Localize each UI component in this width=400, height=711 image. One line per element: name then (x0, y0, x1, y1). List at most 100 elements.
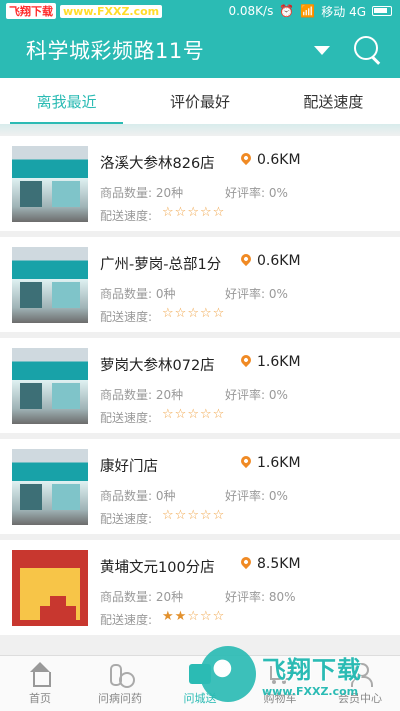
positive-rate: 好评率: 0% (225, 489, 288, 503)
store-distance: 8.5KM (257, 556, 301, 572)
star-filled-icon: ★ (162, 609, 174, 624)
watermark-logo: 飞翔下载 www.FXXZ.com (200, 640, 396, 708)
store-name: 萝岗大参林072店 (100, 358, 215, 374)
star-empty-icon: ☆ (187, 205, 199, 220)
star-empty-icon: ☆ (162, 205, 174, 220)
star-empty-icon: ☆ (212, 205, 225, 220)
star-empty-icon: ☆ (187, 508, 199, 523)
star-empty-icon: ☆ (174, 508, 187, 523)
store-photo (12, 146, 88, 222)
status-site-label: 飞翔下载 (6, 3, 56, 19)
store-logo (12, 550, 88, 626)
delivery-rating: ★ ★ ☆ ☆ ☆ (162, 609, 224, 625)
watermark-url: www.FXXZ.com (262, 685, 359, 698)
product-count: 商品数量: 20种 (100, 590, 184, 604)
tabs-divider (0, 124, 400, 136)
app-screen: 飞翔下载 www.FXXZ.com 0.08K/s ⏰ 📶 移动 4G 科学城彩… (0, 0, 400, 711)
tab-delivery-speed[interactable]: 配送速度 (267, 78, 400, 124)
status-bar: 飞翔下载 www.FXXZ.com 0.08K/s ⏰ 📶 移动 4G (0, 0, 400, 22)
store-item[interactable]: 广州-萝岗-总部1分 0.6KM 商品数量: 0种 好评率: 0% 配送速度: … (0, 237, 400, 332)
star-empty-icon: ☆ (212, 407, 225, 422)
store-photo (12, 348, 88, 424)
product-count: 商品数量: 0种 (100, 489, 176, 503)
watermark-text: 飞翔下载 www.FXXZ.com (262, 650, 362, 698)
positive-rate: 好评率: 0% (225, 186, 288, 200)
location-pin-icon (238, 352, 254, 368)
store-item[interactable]: 萝岗大参林072店 1.6KM 商品数量: 20种 好评率: 0% 配送速度: … (0, 338, 400, 433)
star-empty-icon: ☆ (162, 306, 174, 321)
store-item[interactable]: 康好门店 1.6KM 商品数量: 0种 好评率: 0% 配送速度: ☆ ☆ ☆ ☆ ☆ (0, 439, 400, 534)
star-empty-icon: ☆ (174, 306, 187, 321)
delivery-rating: ☆ ☆ ☆ ☆ ☆ (162, 306, 224, 322)
star-empty-icon: ☆ (199, 205, 212, 220)
battery-icon (372, 6, 392, 16)
store-list: 洛溪大参林826店 0.6KM 商品数量: 20种 好评率: 0% 配送速度: … (0, 136, 400, 641)
star-empty-icon: ☆ (212, 609, 225, 624)
store-name: 黄埔文元100分店 (100, 560, 215, 576)
sort-tabs: 离我最近 评价最好 配送速度 (0, 78, 400, 124)
alarm-icon: ⏰ (279, 4, 295, 18)
nav-label: 首页 (29, 692, 51, 705)
pill-icon (108, 662, 135, 688)
carrier-label: 移动 4G (321, 4, 366, 19)
delivery-speed-label: 配送速度: (100, 613, 153, 627)
store-distance: 1.6KM (257, 455, 301, 471)
status-site-url: www.FXXZ.com (60, 4, 163, 18)
wifi-icon: 📶 (300, 4, 316, 18)
star-empty-icon: ☆ (212, 508, 225, 523)
search-icon[interactable] (354, 36, 382, 64)
location-pin-icon (238, 554, 254, 570)
star-empty-icon: ☆ (212, 306, 225, 321)
delivery-rating: ☆ ☆ ☆ ☆ ☆ (162, 508, 224, 524)
store-item[interactable]: 洛溪大参林826店 0.6KM 商品数量: 20种 好评率: 0% 配送速度: … (0, 136, 400, 231)
product-count: 商品数量: 20种 (100, 186, 184, 200)
store-photo (12, 449, 88, 525)
store-name: 康好门店 (100, 459, 158, 475)
store-photo (12, 247, 88, 323)
delivery-rating: ☆ ☆ ☆ ☆ ☆ (162, 205, 224, 221)
positive-rate: 好评率: 80% (225, 590, 296, 604)
delivery-speed-label: 配送速度: (100, 411, 153, 425)
star-empty-icon: ☆ (199, 609, 212, 624)
positive-rate: 好评率: 0% (225, 388, 288, 402)
delivery-speed-label: 配送速度: (100, 512, 153, 526)
home-icon (28, 662, 52, 687)
product-count: 商品数量: 20种 (100, 388, 184, 402)
store-distance: 1.6KM (257, 354, 301, 370)
tab-best-rated[interactable]: 评价最好 (133, 78, 266, 124)
delivery-rating: ☆ ☆ ☆ ☆ ☆ (162, 407, 224, 423)
star-empty-icon: ☆ (199, 407, 212, 422)
star-empty-icon: ☆ (199, 508, 212, 523)
positive-rate: 好评率: 0% (225, 287, 288, 301)
location-pin-icon (238, 453, 254, 469)
star-filled-icon: ★ (174, 609, 187, 624)
tab-nearest[interactable]: 离我最近 (0, 78, 133, 124)
star-empty-icon: ☆ (174, 407, 187, 422)
store-distance: 0.6KM (257, 253, 301, 269)
store-distance: 0.6KM (257, 152, 301, 168)
delivery-speed-label: 配送速度: (100, 209, 153, 223)
watermark-globe-icon (200, 646, 256, 702)
store-name: 广州-萝岗-总部1分 (100, 257, 222, 273)
app-header: 科学城彩频路11号 (0, 22, 400, 78)
store-item[interactable]: 黄埔文元100分店 8.5KM 商品数量: 20种 好评率: 80% 配送速度:… (0, 540, 400, 635)
star-empty-icon: ☆ (162, 407, 174, 422)
location-pin-icon (238, 251, 254, 267)
store-name: 洛溪大参林826店 (100, 156, 215, 172)
star-empty-icon: ☆ (187, 407, 199, 422)
product-count: 商品数量: 0种 (100, 287, 176, 301)
star-empty-icon: ☆ (187, 306, 199, 321)
star-empty-icon: ☆ (174, 205, 187, 220)
nav-label: 问病问药 (98, 692, 142, 705)
status-left: 飞翔下载 www.FXXZ.com (6, 3, 163, 19)
chevron-down-icon[interactable] (314, 45, 330, 55)
location-pin-icon (238, 150, 254, 166)
status-right: 0.08K/s ⏰ 📶 移动 4G (228, 3, 392, 20)
star-empty-icon: ☆ (162, 508, 174, 523)
network-speed: 0.08K/s (228, 4, 274, 18)
nav-consult[interactable]: 问病问药 (80, 656, 160, 711)
star-empty-icon: ☆ (199, 306, 212, 321)
nav-home[interactable]: 首页 (0, 656, 80, 711)
location-title[interactable]: 科学城彩频路11号 (26, 35, 314, 65)
star-empty-icon: ☆ (187, 609, 199, 624)
